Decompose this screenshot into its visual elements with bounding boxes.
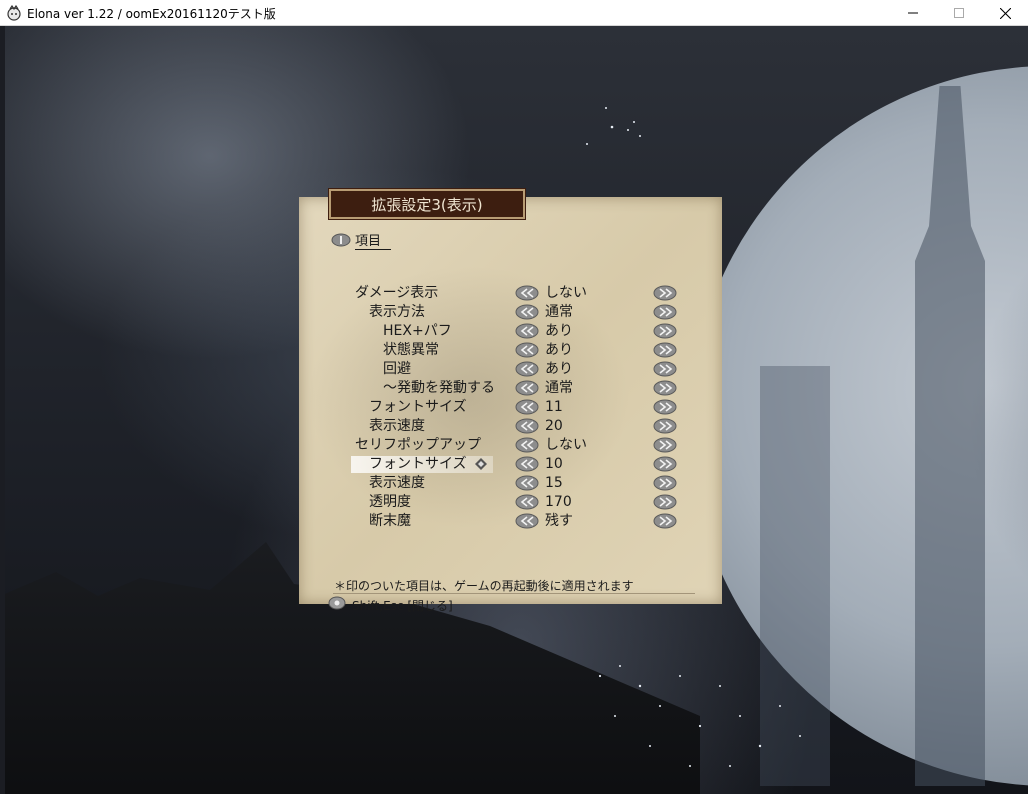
double-left-arrow-icon[interactable] <box>515 323 539 339</box>
close-button[interactable] <box>982 0 1028 26</box>
setting-value: あり <box>545 342 573 358</box>
setting-value: 11 <box>545 399 563 415</box>
maximize-icon <box>954 8 964 18</box>
setting-label[interactable]: フォントサイズ <box>369 455 467 474</box>
dialog-title: 拡張設定3(表示) <box>328 188 526 220</box>
section-label: 項目 <box>355 234 392 250</box>
setting-row[interactable]: 表示方法 通常 <box>299 303 722 322</box>
double-left-arrow-icon[interactable] <box>515 342 539 358</box>
setting-label[interactable]: セリフポップアップ <box>355 436 481 455</box>
double-left-arrow-icon[interactable] <box>515 513 539 529</box>
double-left-arrow-icon[interactable] <box>515 380 539 396</box>
setting-value: 20 <box>545 418 563 434</box>
setting-value: あり <box>545 323 573 339</box>
divider <box>333 593 695 594</box>
setting-label[interactable]: 表示方法 <box>369 303 425 322</box>
setting-row[interactable]: ダメージ表示 しない <box>299 284 722 303</box>
double-left-arrow-icon[interactable] <box>515 399 539 415</box>
double-left-arrow-icon[interactable] <box>515 494 539 510</box>
double-right-arrow-icon[interactable] <box>653 361 677 377</box>
setting-label[interactable]: 断末魔 <box>369 512 411 531</box>
double-right-arrow-icon[interactable] <box>653 399 677 415</box>
game-viewport: 拡張設定3(表示) 項目 ダメージ表示 しない 表示方法 通常 HEX+パフ あり 状態異常… <box>0 26 1028 794</box>
setting-value: 通常 <box>545 304 573 320</box>
key-icon <box>328 596 346 610</box>
minimize-icon <box>908 12 918 14</box>
setting-row[interactable]: 回避 あり <box>299 360 722 379</box>
restart-note: ＊印のついた項目は、ゲームの再起動後に適用されます <box>334 579 634 593</box>
setting-label[interactable]: ～発動を発動する <box>383 379 495 398</box>
setting-value: 通常 <box>545 380 573 396</box>
double-left-arrow-icon[interactable] <box>515 456 539 472</box>
setting-row[interactable]: 表示速度 20 <box>299 417 722 436</box>
maximize-button[interactable] <box>936 0 982 26</box>
double-left-arrow-icon[interactable] <box>515 361 539 377</box>
setting-label[interactable]: HEX+パフ <box>383 322 452 341</box>
settings-dialog: 拡張設定3(表示) 項目 ダメージ表示 しない 表示方法 通常 HEX+パフ あり 状態異常… <box>299 188 722 613</box>
double-left-arrow-icon[interactable] <box>515 437 539 453</box>
double-right-arrow-icon[interactable] <box>653 513 677 529</box>
setting-row[interactable]: ～発動を発動する 通常 <box>299 379 722 398</box>
window-title: Elona ver 1.22 / oomEx20161120テスト版 <box>27 7 276 21</box>
diamond-cursor-icon <box>475 458 487 470</box>
window-title-bar: Elona ver 1.22 / oomEx20161120テスト版 <box>0 0 1028 26</box>
setting-label[interactable]: 回避 <box>383 360 411 379</box>
close-icon <box>999 7 1011 19</box>
double-right-arrow-icon[interactable] <box>653 323 677 339</box>
setting-label[interactable]: 表示速度 <box>369 417 425 436</box>
setting-label[interactable]: 透明度 <box>369 493 411 512</box>
setting-label[interactable]: 表示速度 <box>369 474 425 493</box>
double-right-arrow-icon[interactable] <box>653 342 677 358</box>
setting-value: 170 <box>545 494 572 510</box>
double-right-arrow-icon[interactable] <box>653 475 677 491</box>
setting-label[interactable]: フォントサイズ <box>369 398 467 417</box>
double-right-arrow-icon[interactable] <box>653 494 677 510</box>
elona-app-icon <box>7 5 21 21</box>
setting-row[interactable]: 断末魔 残す <box>299 512 722 531</box>
double-right-arrow-icon[interactable] <box>653 285 677 301</box>
setting-value: あり <box>545 361 573 377</box>
double-right-arrow-icon[interactable] <box>653 437 677 453</box>
setting-value: 15 <box>545 475 563 491</box>
double-left-arrow-icon[interactable] <box>515 285 539 301</box>
double-left-arrow-icon[interactable] <box>515 418 539 434</box>
help-text: Shift,Esc [閉じる] <box>352 599 453 613</box>
double-left-arrow-icon[interactable] <box>515 304 539 320</box>
castle-spire <box>760 366 830 786</box>
setting-label[interactable]: 状態異常 <box>383 341 439 360</box>
double-right-arrow-icon[interactable] <box>653 380 677 396</box>
setting-row[interactable]: 表示速度 15 <box>299 474 722 493</box>
setting-value: しない <box>545 285 587 301</box>
double-left-arrow-icon[interactable] <box>515 475 539 491</box>
setting-label[interactable]: ダメージ表示 <box>355 284 438 303</box>
setting-value: 10 <box>545 456 563 472</box>
setting-row[interactable]: フォントサイズ 10 <box>299 455 722 474</box>
viewport-edge <box>0 26 5 794</box>
double-right-arrow-icon[interactable] <box>653 304 677 320</box>
double-right-arrow-icon[interactable] <box>653 418 677 434</box>
setting-value: しない <box>545 437 587 453</box>
double-right-arrow-icon[interactable] <box>653 456 677 472</box>
setting-row[interactable]: 状態異常 あり <box>299 341 722 360</box>
setting-row[interactable]: フォントサイズ 11 <box>299 398 722 417</box>
bullet-icon <box>331 233 351 247</box>
setting-row[interactable]: HEX+パフ あり <box>299 322 722 341</box>
minimize-button[interactable] <box>890 0 936 26</box>
setting-value: 残す <box>545 513 573 529</box>
setting-row[interactable]: 透明度 170 <box>299 493 722 512</box>
setting-row[interactable]: セリフポップアップ しない <box>299 436 722 455</box>
